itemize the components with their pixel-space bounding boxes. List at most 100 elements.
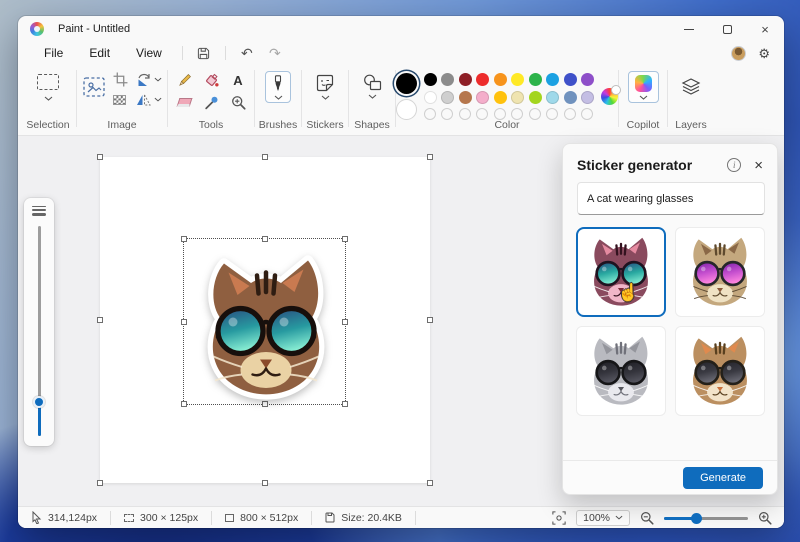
selection-handle[interactable] [181,401,187,407]
pencil-tool-icon[interactable] [177,73,192,88]
ai-image-button[interactable] [83,77,105,102]
minimize-icon [684,29,694,30]
chevron-down-icon[interactable] [44,96,53,101]
image-tool-group: Image [77,64,167,135]
sticker-thumbnail-2[interactable] [675,227,765,317]
sticker-thumbnail-4[interactable] [675,326,765,416]
color-swatch[interactable] [546,73,559,86]
canvas-resize-handle[interactable] [262,480,268,486]
sticker-thumbnail-3[interactable] [576,326,666,416]
save-button[interactable] [191,47,217,60]
menu-view[interactable]: View [124,44,174,62]
prompt-input[interactable] [577,182,765,215]
zoom-level-select[interactable]: 100% [576,510,630,526]
undo-button[interactable]: ↶ [234,45,260,62]
edit-colors-button[interactable] [601,88,618,105]
selection-handle[interactable] [262,236,268,242]
canvas-resize-handle[interactable] [427,317,433,323]
secondary-color-swatch[interactable] [396,99,417,120]
color-picker-tool-icon[interactable] [204,95,219,110]
drawing-canvas[interactable] [100,157,430,483]
empty-color-slot[interactable] [564,108,576,120]
selection-handle[interactable] [342,401,348,407]
brushes-button[interactable] [265,71,291,103]
zoom-slider-thumb[interactable] [691,513,702,524]
primary-color-swatch[interactable] [396,73,417,94]
zoom-slider[interactable] [664,513,748,523]
empty-color-slot[interactable] [529,108,541,120]
canvas-resize-handle[interactable] [427,154,433,160]
stickers-group: Stickers [302,64,348,135]
generate-button[interactable]: Generate [683,467,763,489]
empty-color-slot[interactable] [476,108,488,120]
menu-edit[interactable]: Edit [77,44,122,62]
text-tool-icon[interactable]: A [233,73,242,88]
shapes-button[interactable] [357,71,388,101]
thickness-slider[interactable] [38,226,41,436]
empty-color-slot[interactable] [424,108,436,120]
group-label: Stickers [306,119,343,131]
color-swatch[interactable] [581,73,594,86]
magnifier-tool-icon[interactable] [231,95,246,110]
fit-to-screen-button[interactable] [552,511,566,525]
canvas-resize-handle[interactable] [97,480,103,486]
color-swatch[interactable] [529,91,542,104]
empty-color-slot[interactable] [546,108,558,120]
selection-handle[interactable] [342,236,348,242]
color-swatch[interactable] [441,91,454,104]
rotate-button[interactable] [136,73,162,87]
color-swatch[interactable] [424,73,437,86]
sticker-selection[interactable] [183,238,346,405]
color-swatch[interactable] [564,91,577,104]
crop-icon[interactable] [113,72,128,87]
menu-file[interactable]: File [32,44,75,62]
color-swatch[interactable] [494,91,507,104]
color-swatch[interactable] [476,91,489,104]
eraser-tool-icon[interactable] [176,98,192,107]
empty-color-slot[interactable] [581,108,593,120]
sticker-thumbnail-1[interactable]: ☝ [576,227,666,317]
info-icon[interactable]: i [727,158,741,172]
canvas-resize-handle[interactable] [427,480,433,486]
color-swatch[interactable] [424,91,437,104]
fill-tool-icon[interactable] [204,73,219,88]
empty-color-slot[interactable] [441,108,453,120]
color-swatch[interactable] [581,91,594,104]
selection-handle[interactable] [181,319,187,325]
stickers-button[interactable] [310,71,340,102]
color-swatch[interactable] [494,73,507,86]
color-swatch[interactable] [546,91,559,104]
zoom-out-button[interactable] [640,511,654,525]
zoom-level-value: 100% [583,512,610,524]
color-swatch[interactable] [564,73,577,86]
zoom-in-button[interactable] [758,511,772,525]
maximize-button[interactable] [708,16,746,42]
color-swatch[interactable] [511,73,524,86]
color-swatch[interactable] [511,91,524,104]
selection-handle[interactable] [181,236,187,242]
minimize-button[interactable] [670,16,708,42]
selection-handle[interactable] [342,319,348,325]
empty-color-slot[interactable] [459,108,471,120]
color-swatch[interactable] [459,73,472,86]
account-avatar[interactable] [731,46,746,61]
color-swatch[interactable] [441,73,454,86]
settings-gear-icon[interactable]: ⚙ [758,47,770,60]
canvas-resize-handle[interactable] [97,317,103,323]
color-swatch[interactable] [476,73,489,86]
color-swatch[interactable] [459,91,472,104]
selection-tool-group[interactable]: Selection [20,64,76,135]
panel-close-icon[interactable]: × [754,158,763,173]
color-palette [424,73,595,121]
close-button[interactable]: × [746,16,784,42]
redo-button[interactable]: ↷ [262,45,288,62]
canvas-resize-handle[interactable] [97,154,103,160]
color-swatch[interactable] [529,73,542,86]
thickness-slider-thumb[interactable] [33,396,45,408]
resize-button[interactable] [113,95,126,105]
layers-icon[interactable] [681,78,701,95]
copilot-button[interactable] [628,71,659,103]
canvas-resize-handle[interactable] [262,154,268,160]
flip-button[interactable] [136,93,162,106]
title-bar[interactable]: Paint - Untitled × [18,16,784,42]
